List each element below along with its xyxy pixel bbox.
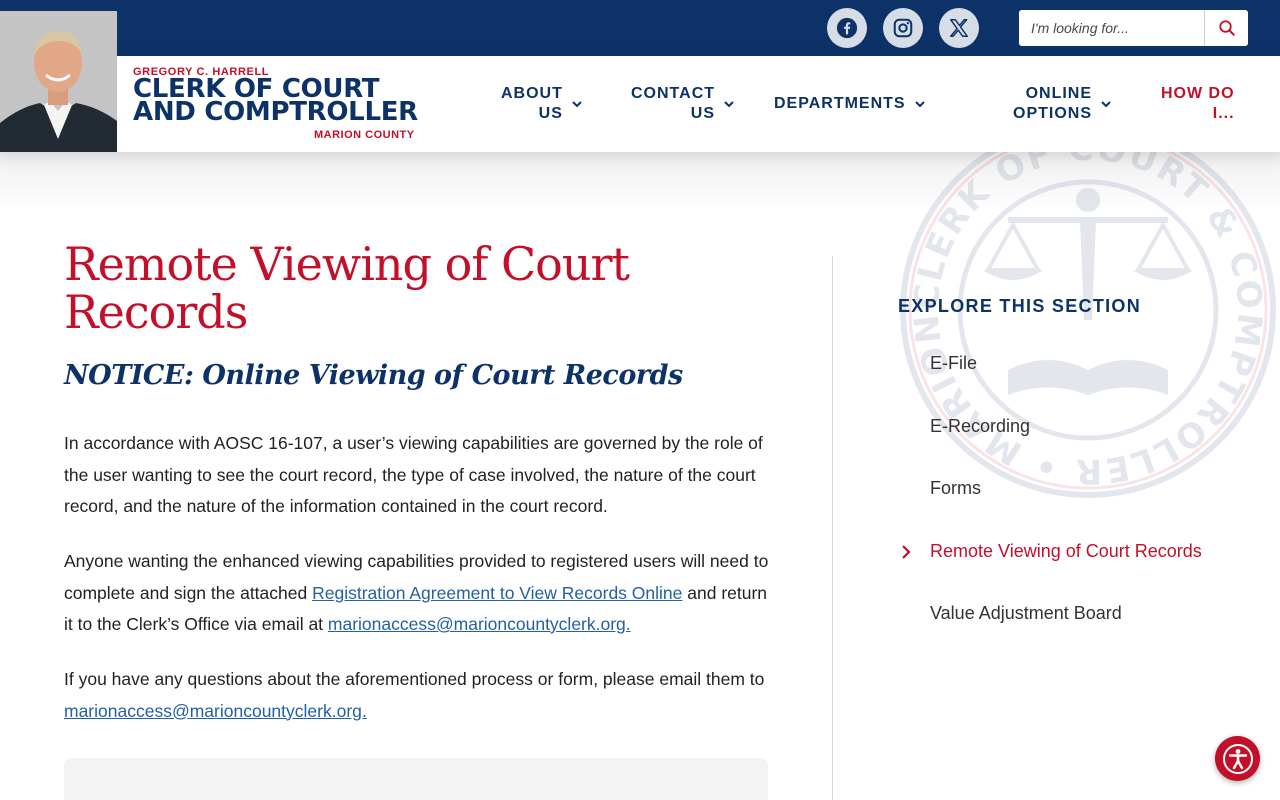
content-divider <box>832 256 833 800</box>
x-link[interactable] <box>939 8 979 48</box>
content-card <box>64 758 768 800</box>
registration-agreement-link[interactable]: Registration Agreement to View Records O… <box>312 583 682 603</box>
notice-heading: NOTICE: Online Viewing of Court Records <box>64 360 683 391</box>
sidebar-item-efile[interactable]: E-File <box>930 353 977 374</box>
nav-online-options[interactable]: ONLINE OPTIONS <box>1013 84 1112 124</box>
logo-line2: AND COMPTROLLER <box>133 97 418 127</box>
nav-about-us[interactable]: ABOUT US <box>501 84 583 124</box>
instagram-link[interactable] <box>883 8 923 48</box>
chevron-down-icon <box>724 101 734 108</box>
accessibility-icon <box>1222 743 1253 774</box>
nav-contact-us[interactable]: CONTACT US <box>631 84 735 124</box>
chevron-right-icon <box>902 545 911 559</box>
sidebar-item-value-adjustment-board[interactable]: Value Adjustment Board <box>930 603 1122 624</box>
facebook-link[interactable] <box>827 8 867 48</box>
sidebar-item-remote-viewing[interactable]: Remote Viewing of Court Records <box>930 541 1202 562</box>
logo-county: MARION COUNTY <box>314 129 415 141</box>
site-logo[interactable]: CLERK OF COURT AND COMPTROLLER <box>133 76 433 127</box>
email-link-marionaccess[interactable]: marionaccess@marioncountyclerk.org. <box>328 614 631 634</box>
x-icon <box>949 19 968 37</box>
search-box <box>1019 10 1248 46</box>
search-input[interactable] <box>1019 10 1204 46</box>
instagram-icon <box>893 18 913 38</box>
clerk-portrait <box>0 11 117 152</box>
nav-departments[interactable]: DEPARTMENTS <box>774 94 926 114</box>
paragraph-questions: If you have any questions about the afor… <box>64 669 765 721</box>
paragraph-registration: Anyone wanting the enhanced viewing capa… <box>64 551 769 634</box>
chevron-down-icon <box>572 101 582 108</box>
nav-how-do-i[interactable]: HOW DO I... <box>1161 84 1235 124</box>
chevron-down-icon <box>1101 101 1111 108</box>
sidebar-heading: EXPLORE THIS SECTION <box>898 296 1142 316</box>
paragraph-aosc: In accordance with AOSC 16-107, a user’s… <box>64 433 763 516</box>
sidebar-item-forms[interactable]: Forms <box>930 478 981 499</box>
search-icon <box>1218 20 1235 36</box>
page-title: Remote Viewing of Court Records <box>64 237 630 339</box>
chevron-down-icon <box>914 101 925 108</box>
email-link-questions[interactable]: marionaccess@marioncountyclerk.org. <box>64 701 367 721</box>
site-header: GREGORY C. HARRELL CLERK OF COURT AND CO… <box>0 11 1280 152</box>
facebook-icon <box>836 17 858 39</box>
utility-bar <box>0 0 1280 56</box>
accessibility-button[interactable] <box>1215 736 1260 781</box>
search-button[interactable] <box>1204 10 1248 46</box>
sidebar-item-erecording[interactable]: E-Recording <box>930 416 1030 437</box>
